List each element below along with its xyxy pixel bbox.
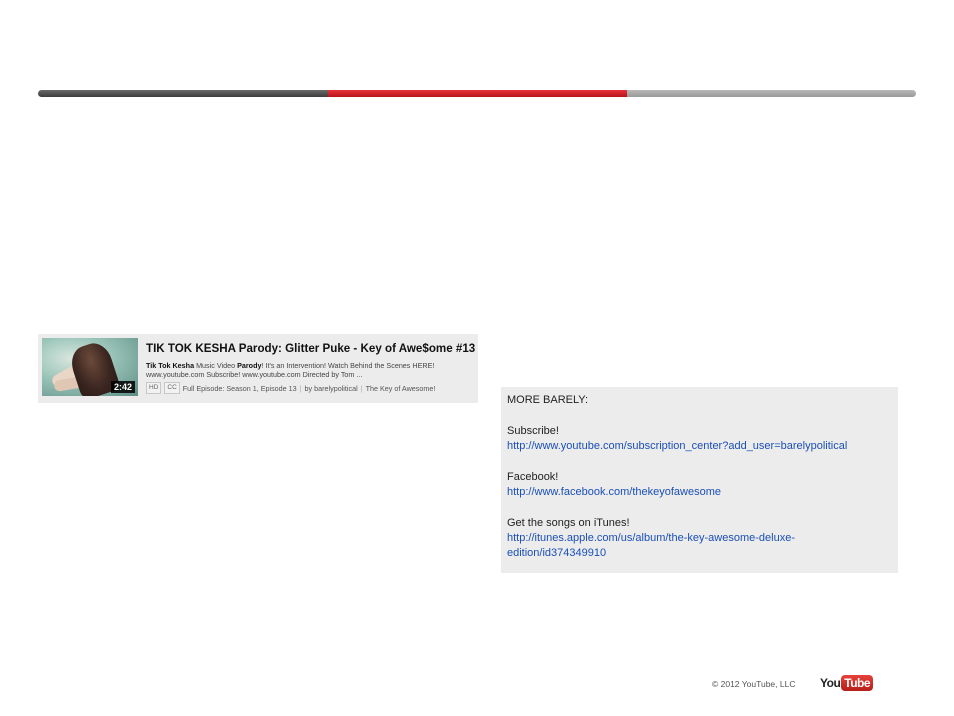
progress-segment-2-active <box>328 90 627 97</box>
video-thumbnail[interactable]: 2:42 <box>42 338 138 396</box>
panel-header: MORE BARELY: <box>507 394 589 406</box>
subscribe-label: Subscribe! <box>507 425 559 437</box>
video-description: Tik Tok Kesha Music Video Parody! It's a… <box>146 361 476 379</box>
facebook-link[interactable]: http://www.facebook.com/thekeyofawesome <box>507 485 892 500</box>
video-description-panel: MORE BARELY: Subscribe! http://www.youtu… <box>501 387 898 573</box>
subscribe-link[interactable]: http://www.youtube.com/subscription_cent… <box>507 439 892 454</box>
itunes-label: Get the songs on iTunes! <box>507 517 630 529</box>
hd-badge: HD <box>146 382 162 394</box>
desc-highlight: Parody <box>237 361 262 370</box>
search-result-card[interactable]: 2:42 TIK TOK KESHA Parody: Glitter Puke … <box>38 334 478 403</box>
separator: | <box>360 383 363 393</box>
uploader-link[interactable]: by barelypolitical <box>305 384 358 393</box>
cc-badge: CC <box>164 382 180 394</box>
channel-link[interactable]: The Key of Awesome! <box>366 384 436 393</box>
logo-you: You <box>820 675 841 690</box>
copyright-text: © 2012 YouTube, LLC <box>712 679 796 689</box>
itunes-link-line-2[interactable]: edition/id374349910 <box>507 547 606 559</box>
youtube-logo: You Tube <box>820 674 874 691</box>
itunes-link-line-1[interactable]: http://itunes.apple.com/us/album/the-key… <box>507 532 795 544</box>
desc-text: Music Video <box>194 361 238 370</box>
itunes-link[interactable]: http://itunes.apple.com/us/album/the-key… <box>507 531 892 561</box>
video-title-link[interactable]: TIK TOK KESHA Parody: Glitter Puke - Key… <box>146 342 475 355</box>
separator: | <box>299 383 302 393</box>
episode-info: Full Episode: Season 1, Episode 13 <box>182 383 297 393</box>
logo-tube: Tube <box>841 674 874 691</box>
facebook-label: Facebook! <box>507 471 559 483</box>
progress-segment-3 <box>627 90 916 97</box>
desc-highlight: Tik Tok Kesha <box>146 361 195 370</box>
video-meta: HD CC Full Episode: Season 1, Episode 13… <box>146 382 435 394</box>
progress-segment-1 <box>38 90 328 97</box>
video-duration: 2:42 <box>110 381 135 393</box>
